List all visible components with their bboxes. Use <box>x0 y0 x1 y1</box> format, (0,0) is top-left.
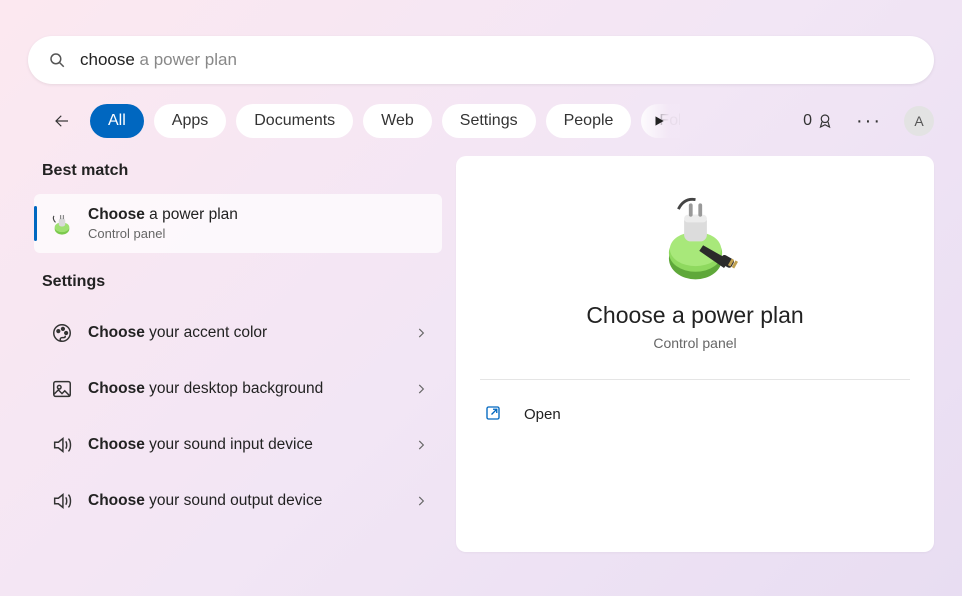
settings-header: Settings <box>42 273 434 291</box>
settings-result[interactable]: Choose your sound input device <box>34 417 442 473</box>
detail-pane: Choose a power plan Control panel Open <box>456 156 934 552</box>
detail-actions: Open <box>480 392 910 436</box>
open-icon <box>484 404 504 424</box>
tab-apps[interactable]: Apps <box>154 104 226 138</box>
tabs-scroll-right-button[interactable] <box>645 107 673 135</box>
best-match-result[interactable]: Choose a power plan Control panel <box>34 194 442 253</box>
play-icon <box>652 114 666 128</box>
content-area: Best match Choose a power plan Control p… <box>34 156 934 552</box>
chevron-right-icon <box>414 382 428 396</box>
medal-icon <box>816 112 834 130</box>
tab-all[interactable]: All <box>90 104 144 138</box>
chevron-right-icon <box>414 438 428 452</box>
settings-result[interactable]: Choose your desktop background <box>34 361 442 417</box>
toolbar-right: 0 ··· A <box>803 106 934 136</box>
search-bar[interactable]: choose a power plan <box>28 36 934 84</box>
palette-icon <box>48 319 76 347</box>
power-icon <box>48 210 76 238</box>
search-input-text: choose a power plan <box>80 50 237 70</box>
detail-subtitle: Control panel <box>653 335 736 351</box>
image-icon <box>48 375 76 403</box>
filter-tabs: AllAppsDocumentsWebSettingsPeopleFolders <box>90 104 680 138</box>
settings-result[interactable]: Choose your accent color <box>34 305 442 361</box>
result-text: Choose a power plan Control panel <box>88 206 428 241</box>
tab-settings[interactable]: Settings <box>442 104 536 138</box>
detail-action-open[interactable]: Open <box>480 392 910 436</box>
settings-result[interactable]: Choose your sound output device <box>34 473 442 529</box>
chevron-right-icon <box>414 326 428 340</box>
chevron-right-icon <box>414 494 428 508</box>
divider <box>480 379 910 380</box>
best-match-header: Best match <box>42 162 434 180</box>
arrow-left-icon <box>53 112 71 130</box>
avatar-initial: A <box>914 113 923 129</box>
more-button[interactable]: ··· <box>852 110 886 133</box>
tab-people[interactable]: People <box>546 104 632 138</box>
detail-hero-icon <box>648 184 743 294</box>
search-icon <box>48 51 66 69</box>
back-button[interactable] <box>46 105 78 137</box>
sound-icon <box>48 431 76 459</box>
rewards-count: 0 <box>803 112 812 130</box>
sound-icon <box>48 487 76 515</box>
detail-title: Choose a power plan <box>586 302 803 329</box>
tab-web[interactable]: Web <box>363 104 432 138</box>
tab-documents[interactable]: Documents <box>236 104 353 138</box>
settings-results-list: Choose your accent colorChoose your desk… <box>34 305 442 529</box>
toolbar: AllAppsDocumentsWebSettingsPeopleFolders… <box>46 104 934 138</box>
avatar[interactable]: A <box>904 106 934 136</box>
results-column: Best match Choose a power plan Control p… <box>34 156 442 552</box>
rewards-badge[interactable]: 0 <box>803 112 834 130</box>
